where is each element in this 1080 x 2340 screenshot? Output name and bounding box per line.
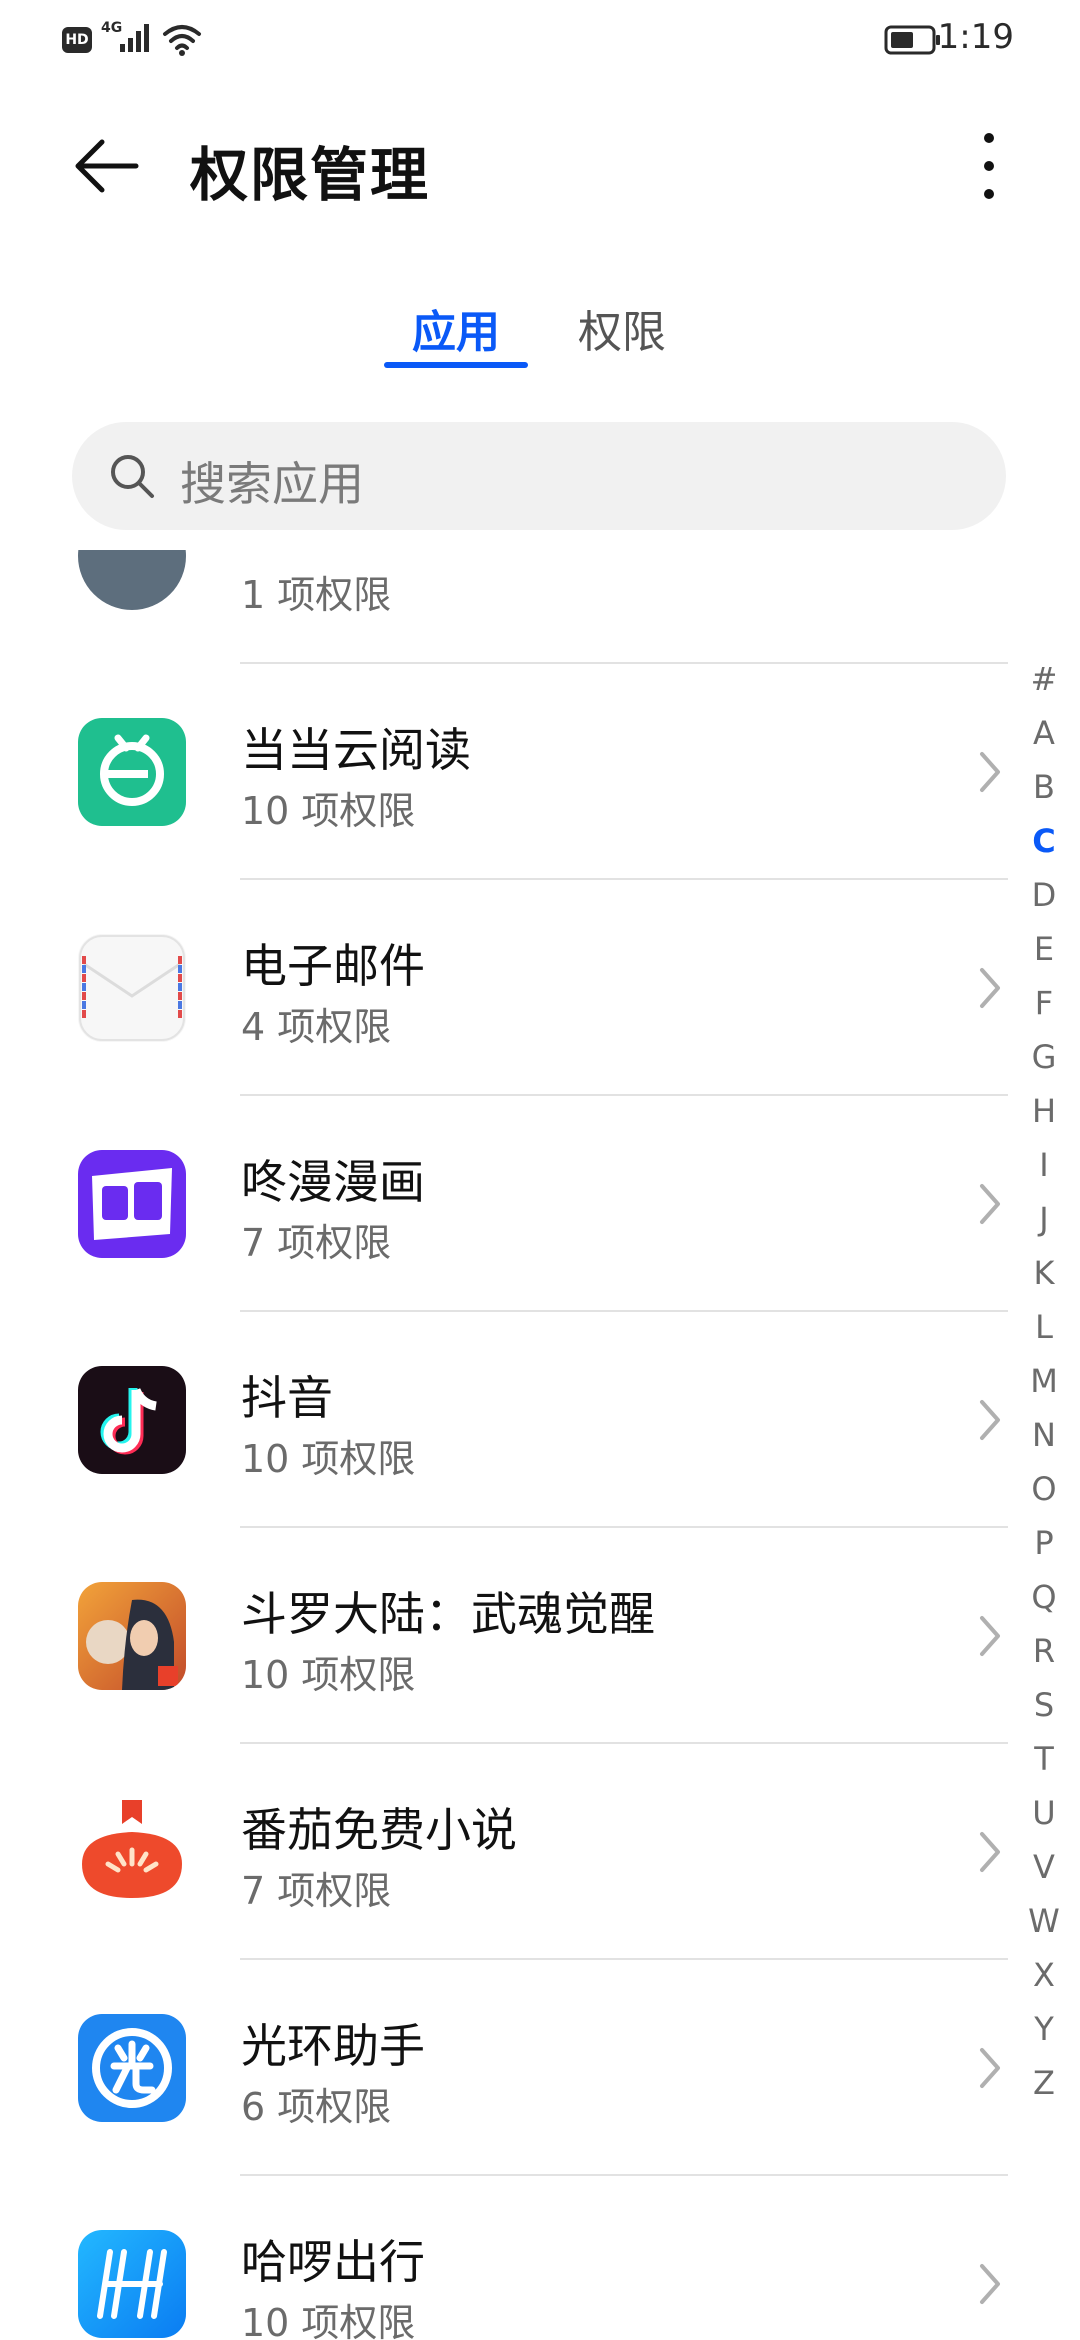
list-item[interactable]: 哈啰出行 10 项权限 xyxy=(0,2176,1008,2340)
chevron-right-icon xyxy=(980,1184,1000,1224)
index-letter[interactable]: G xyxy=(1020,1030,1068,1084)
index-letter[interactable]: K xyxy=(1020,1246,1068,1300)
app-permission-count: 4 项权限 xyxy=(241,1005,392,1049)
app-name: 咚漫漫画 xyxy=(241,1155,425,1209)
index-letter[interactable]: R xyxy=(1020,1624,1068,1678)
app-permission-count: 10 项权限 xyxy=(241,789,416,833)
app-permission-count: 7 项权限 xyxy=(241,1221,392,1265)
app-permission-count: 6 项权限 xyxy=(241,2085,392,2129)
index-letter[interactable]: W xyxy=(1020,1894,1068,1948)
app-name: 哈啰出行 xyxy=(241,2235,425,2289)
app-permission-count: 10 项权限 xyxy=(241,1437,416,1481)
app-name: 抖音 xyxy=(241,1371,333,1425)
app-list: 1 项权限 当当云阅读 10 项权限 电子邮件 4 项权限 咚漫漫画 7 项权限… xyxy=(0,550,1080,2340)
list-item[interactable]: 番茄免费小说 7 项权限 xyxy=(0,1744,1008,1960)
chevron-right-icon xyxy=(980,1616,1000,1656)
more-vertical-icon[interactable] xyxy=(974,128,1004,204)
app-permission-count: 10 项权限 xyxy=(241,2301,416,2340)
chevron-right-icon xyxy=(980,968,1000,1008)
permission-manager-screen: HD 4G 1:19 权限管理 应用 权限 搜索应用 1 项权限 当当云阅读 1… xyxy=(0,0,1080,2340)
index-letter[interactable]: B xyxy=(1020,760,1068,814)
list-item[interactable]: 咚漫漫画 7 项权限 xyxy=(0,1096,1008,1312)
email-icon xyxy=(78,934,186,1042)
app-name: 光环助手 xyxy=(241,2019,425,2073)
app-name: 电子邮件 xyxy=(241,939,425,993)
clock: 1:19 xyxy=(937,17,1014,57)
index-letter[interactable]: # xyxy=(1020,652,1068,706)
chevron-right-icon xyxy=(980,752,1000,792)
index-letter[interactable]: O xyxy=(1020,1462,1068,1516)
search-placeholder: 搜索应用 xyxy=(180,457,364,511)
index-letter[interactable]: L xyxy=(1020,1300,1068,1354)
index-letter[interactable]: U xyxy=(1020,1786,1068,1840)
index-letter[interactable]: M xyxy=(1020,1354,1068,1408)
app-name: 番茄免费小说 xyxy=(241,1803,517,1857)
index-letter[interactable]: H xyxy=(1020,1084,1068,1138)
index-letter[interactable]: E xyxy=(1020,922,1068,976)
search-icon xyxy=(111,455,154,498)
list-item[interactable]: 当当云阅读 10 项权限 xyxy=(0,664,1008,880)
app-permission-count: 7 项权限 xyxy=(241,1869,392,1913)
list-item[interactable]: 光环助手 6 项权限 xyxy=(0,1960,1008,2176)
status-bar: HD 4G 1:19 xyxy=(0,0,1080,84)
app-permission-count: 1 项权限 xyxy=(241,573,392,617)
index-letter[interactable]: J xyxy=(1020,1192,1068,1246)
hd-icon: HD xyxy=(62,27,92,53)
douyin-icon xyxy=(78,1366,186,1474)
battery-icon xyxy=(884,25,940,55)
index-letter[interactable]: C xyxy=(1020,814,1068,868)
chevron-right-icon xyxy=(980,2264,1000,2304)
active-tab-indicator xyxy=(384,362,528,368)
index-letter[interactable]: V xyxy=(1020,1840,1068,1894)
douluo-game-icon xyxy=(78,1582,186,1690)
tomato-novel-icon xyxy=(78,1798,186,1906)
signal-icon xyxy=(120,24,149,52)
index-letter[interactable]: D xyxy=(1020,868,1068,922)
hello-travel-icon xyxy=(78,2230,186,2338)
chevron-right-icon xyxy=(980,1832,1000,1872)
index-letter[interactable]: A xyxy=(1020,706,1068,760)
index-letter[interactable]: S xyxy=(1020,1678,1068,1732)
arrow-left-icon[interactable] xyxy=(72,130,144,202)
index-letter[interactable]: F xyxy=(1020,976,1068,1030)
partial-app-icon xyxy=(78,550,186,610)
index-letter[interactable]: X xyxy=(1020,1948,1068,2002)
index-letter[interactable]: T xyxy=(1020,1732,1068,1786)
list-item[interactable]: 抖音 10 项权限 xyxy=(0,1312,1008,1528)
index-letter[interactable]: P xyxy=(1020,1516,1068,1570)
app-name: 斗罗大陆：武魂觉醒 xyxy=(241,1587,655,1641)
index-letter[interactable]: Q xyxy=(1020,1570,1068,1624)
index-letter[interactable]: Z xyxy=(1020,2056,1068,2110)
app-name: 当当云阅读 xyxy=(241,723,471,777)
tab-permissions[interactable]: 权限 xyxy=(578,296,666,360)
list-item[interactable]: 电子邮件 4 项权限 xyxy=(0,880,1008,1096)
app-permission-count: 10 项权限 xyxy=(241,1653,416,1697)
index-letter[interactable]: N xyxy=(1020,1408,1068,1462)
alphabet-index[interactable]: # A B C D E F G H I J K L M N O P Q R S T U V W X Y Z xyxy=(1020,652,1068,2110)
index-letter[interactable]: I xyxy=(1020,1138,1068,1192)
index-letter[interactable]: Y xyxy=(1020,2002,1068,2056)
page-title: 权限管理 xyxy=(190,141,431,209)
dangdang-reader-icon xyxy=(78,718,186,826)
list-item[interactable]: 1 项权限 xyxy=(0,550,1008,664)
halo-assistant-icon xyxy=(78,2014,186,2122)
list-item[interactable]: 斗罗大陆：武魂觉醒 10 项权限 xyxy=(0,1528,1008,1744)
chevron-right-icon xyxy=(980,2048,1000,2088)
tab-apps[interactable]: 应用 xyxy=(412,296,500,360)
search-input[interactable]: 搜索应用 xyxy=(72,422,1006,530)
wifi-icon xyxy=(163,25,201,56)
chevron-right-icon xyxy=(980,1400,1000,1440)
dongman-comics-icon xyxy=(78,1150,186,1258)
